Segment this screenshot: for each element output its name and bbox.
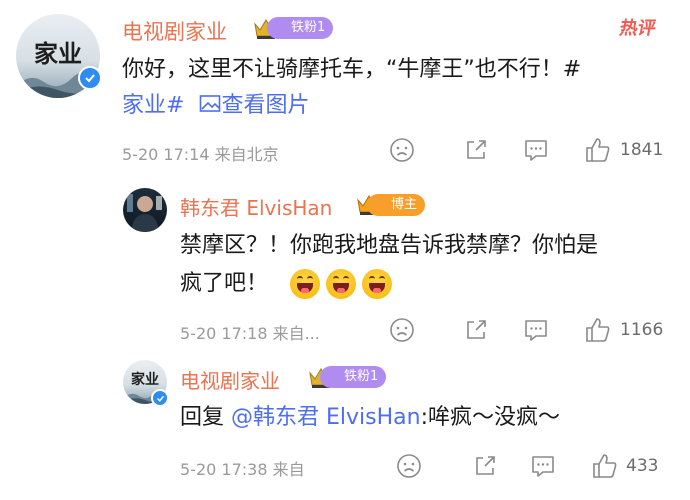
avatar-portrait: [127, 194, 162, 232]
comment-meta: 5-20 17:38 来自: [180, 460, 305, 479]
like-icon[interactable]: [584, 316, 612, 344]
grin-emoji: [326, 269, 356, 299]
comment-text: 你好，这里不让骑摩托车，“牛摩王”也不行！#: [122, 57, 582, 82]
view-image-link[interactable]: 查看图片: [199, 93, 309, 118]
avatar[interactable]: [123, 188, 167, 232]
share-icon[interactable]: [463, 317, 489, 343]
like-count: 433: [626, 456, 659, 476]
share-icon[interactable]: [472, 453, 498, 479]
comment-text-line2: 家业# 查看图片: [122, 87, 309, 125]
like-icon[interactable]: [591, 452, 619, 480]
comment-icon[interactable]: [530, 453, 556, 479]
comment-text: 禁摩区？！你跑我地盘告诉我禁摩？你怕是: [180, 233, 599, 258]
sad-face-icon[interactable]: [389, 317, 415, 343]
like-count: 1166: [620, 320, 664, 340]
comment-meta: 5-20 17:14 来自北京: [122, 145, 279, 164]
topic-hashtag[interactable]: 家业#: [122, 93, 184, 118]
reply-text: 回复 @韩东君 ElvisHan:哞疯～没疯～: [180, 399, 560, 437]
reply-body: :哞疯～没疯～: [420, 405, 561, 430]
username[interactable]: 电视剧家业: [122, 16, 227, 46]
share-icon[interactable]: [463, 137, 489, 163]
mention-link[interactable]: @韩东君 ElvisHan: [231, 405, 421, 430]
comment-text-line2: 疯了吧！: [180, 271, 269, 296]
avatar-text: 家业: [34, 39, 82, 68]
username[interactable]: 电视剧家业: [180, 365, 280, 394]
fan-badge: 铁粉1: [267, 17, 334, 39]
verified-icon: [78, 66, 102, 90]
comment-icon[interactable]: [523, 137, 549, 163]
comment-meta: 5-20 17:18 来自...: [180, 324, 320, 343]
comment-icon[interactable]: [523, 317, 549, 343]
avatar-text: 家业: [131, 372, 159, 388]
reply-prefix: 回复: [180, 405, 225, 430]
sad-face-icon[interactable]: [396, 453, 422, 479]
sad-face-icon[interactable]: [389, 137, 415, 163]
grin-emoji: [362, 269, 392, 299]
verified-icon: [151, 389, 169, 407]
hot-comment-label: 热评: [617, 18, 658, 39]
author-badge: 博主: [367, 194, 426, 216]
fan-badge: 铁粉1: [320, 366, 387, 388]
like-icon[interactable]: [584, 136, 612, 164]
grin-emoji: [290, 269, 320, 299]
like-count: 1841: [620, 140, 664, 160]
image-icon: [200, 95, 221, 112]
username[interactable]: 韩东君 ElvisHan: [180, 192, 332, 221]
